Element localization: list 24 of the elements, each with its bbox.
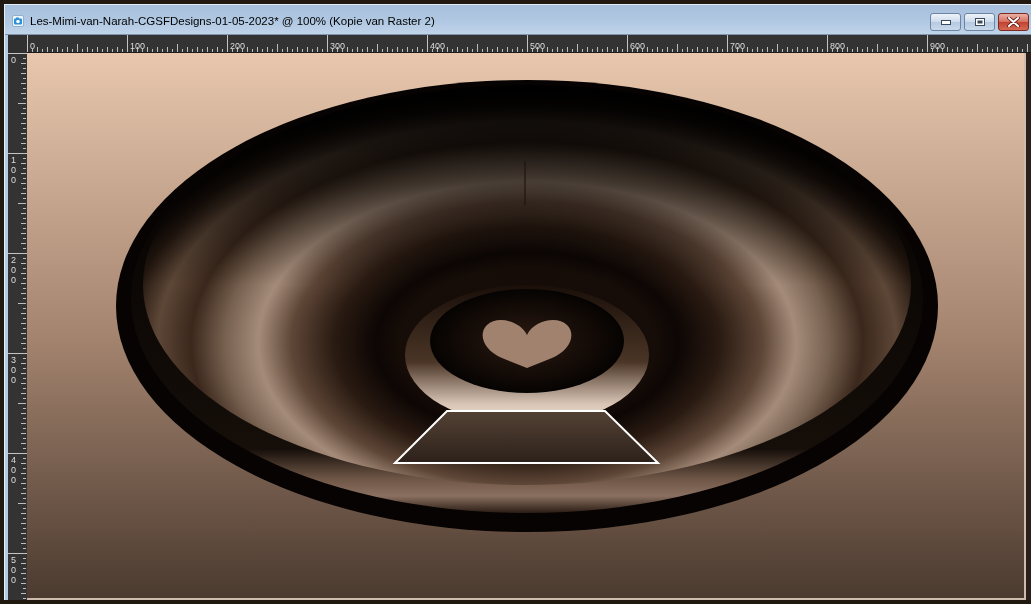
ruler-label: 500	[530, 42, 546, 51]
ruler-label: 300	[11, 356, 17, 386]
ruler-label: 700	[730, 42, 746, 51]
ruler-label: 0	[30, 42, 35, 51]
ruler-label: 200	[230, 42, 246, 51]
ruler-label: 400	[430, 42, 446, 51]
ruler-label: 800	[830, 42, 846, 51]
close-button[interactable]	[998, 13, 1029, 31]
ruler-label: 200	[11, 256, 17, 286]
window-title: Les-Mimi-van-Narah-CGSFDesigns-01-05-2023* @ 100% (Kopie van Raster 2)	[30, 14, 436, 29]
ruler-label: 500	[11, 556, 17, 586]
minimize-button[interactable]	[930, 13, 961, 31]
ruler-label: 300	[330, 42, 346, 51]
ruler-label: 100	[11, 156, 17, 186]
maximize-button[interactable]	[964, 13, 995, 31]
close-icon	[1007, 17, 1020, 27]
ruler-label: 0	[11, 56, 17, 66]
minimize-icon	[940, 19, 951, 25]
maximize-icon	[974, 18, 985, 26]
ruler-label: 100	[130, 42, 146, 51]
camera-icon	[12, 15, 24, 27]
ruler-label: 900	[930, 42, 946, 51]
ruler-label: 400	[11, 456, 17, 486]
ruler-label: 600	[630, 42, 646, 51]
